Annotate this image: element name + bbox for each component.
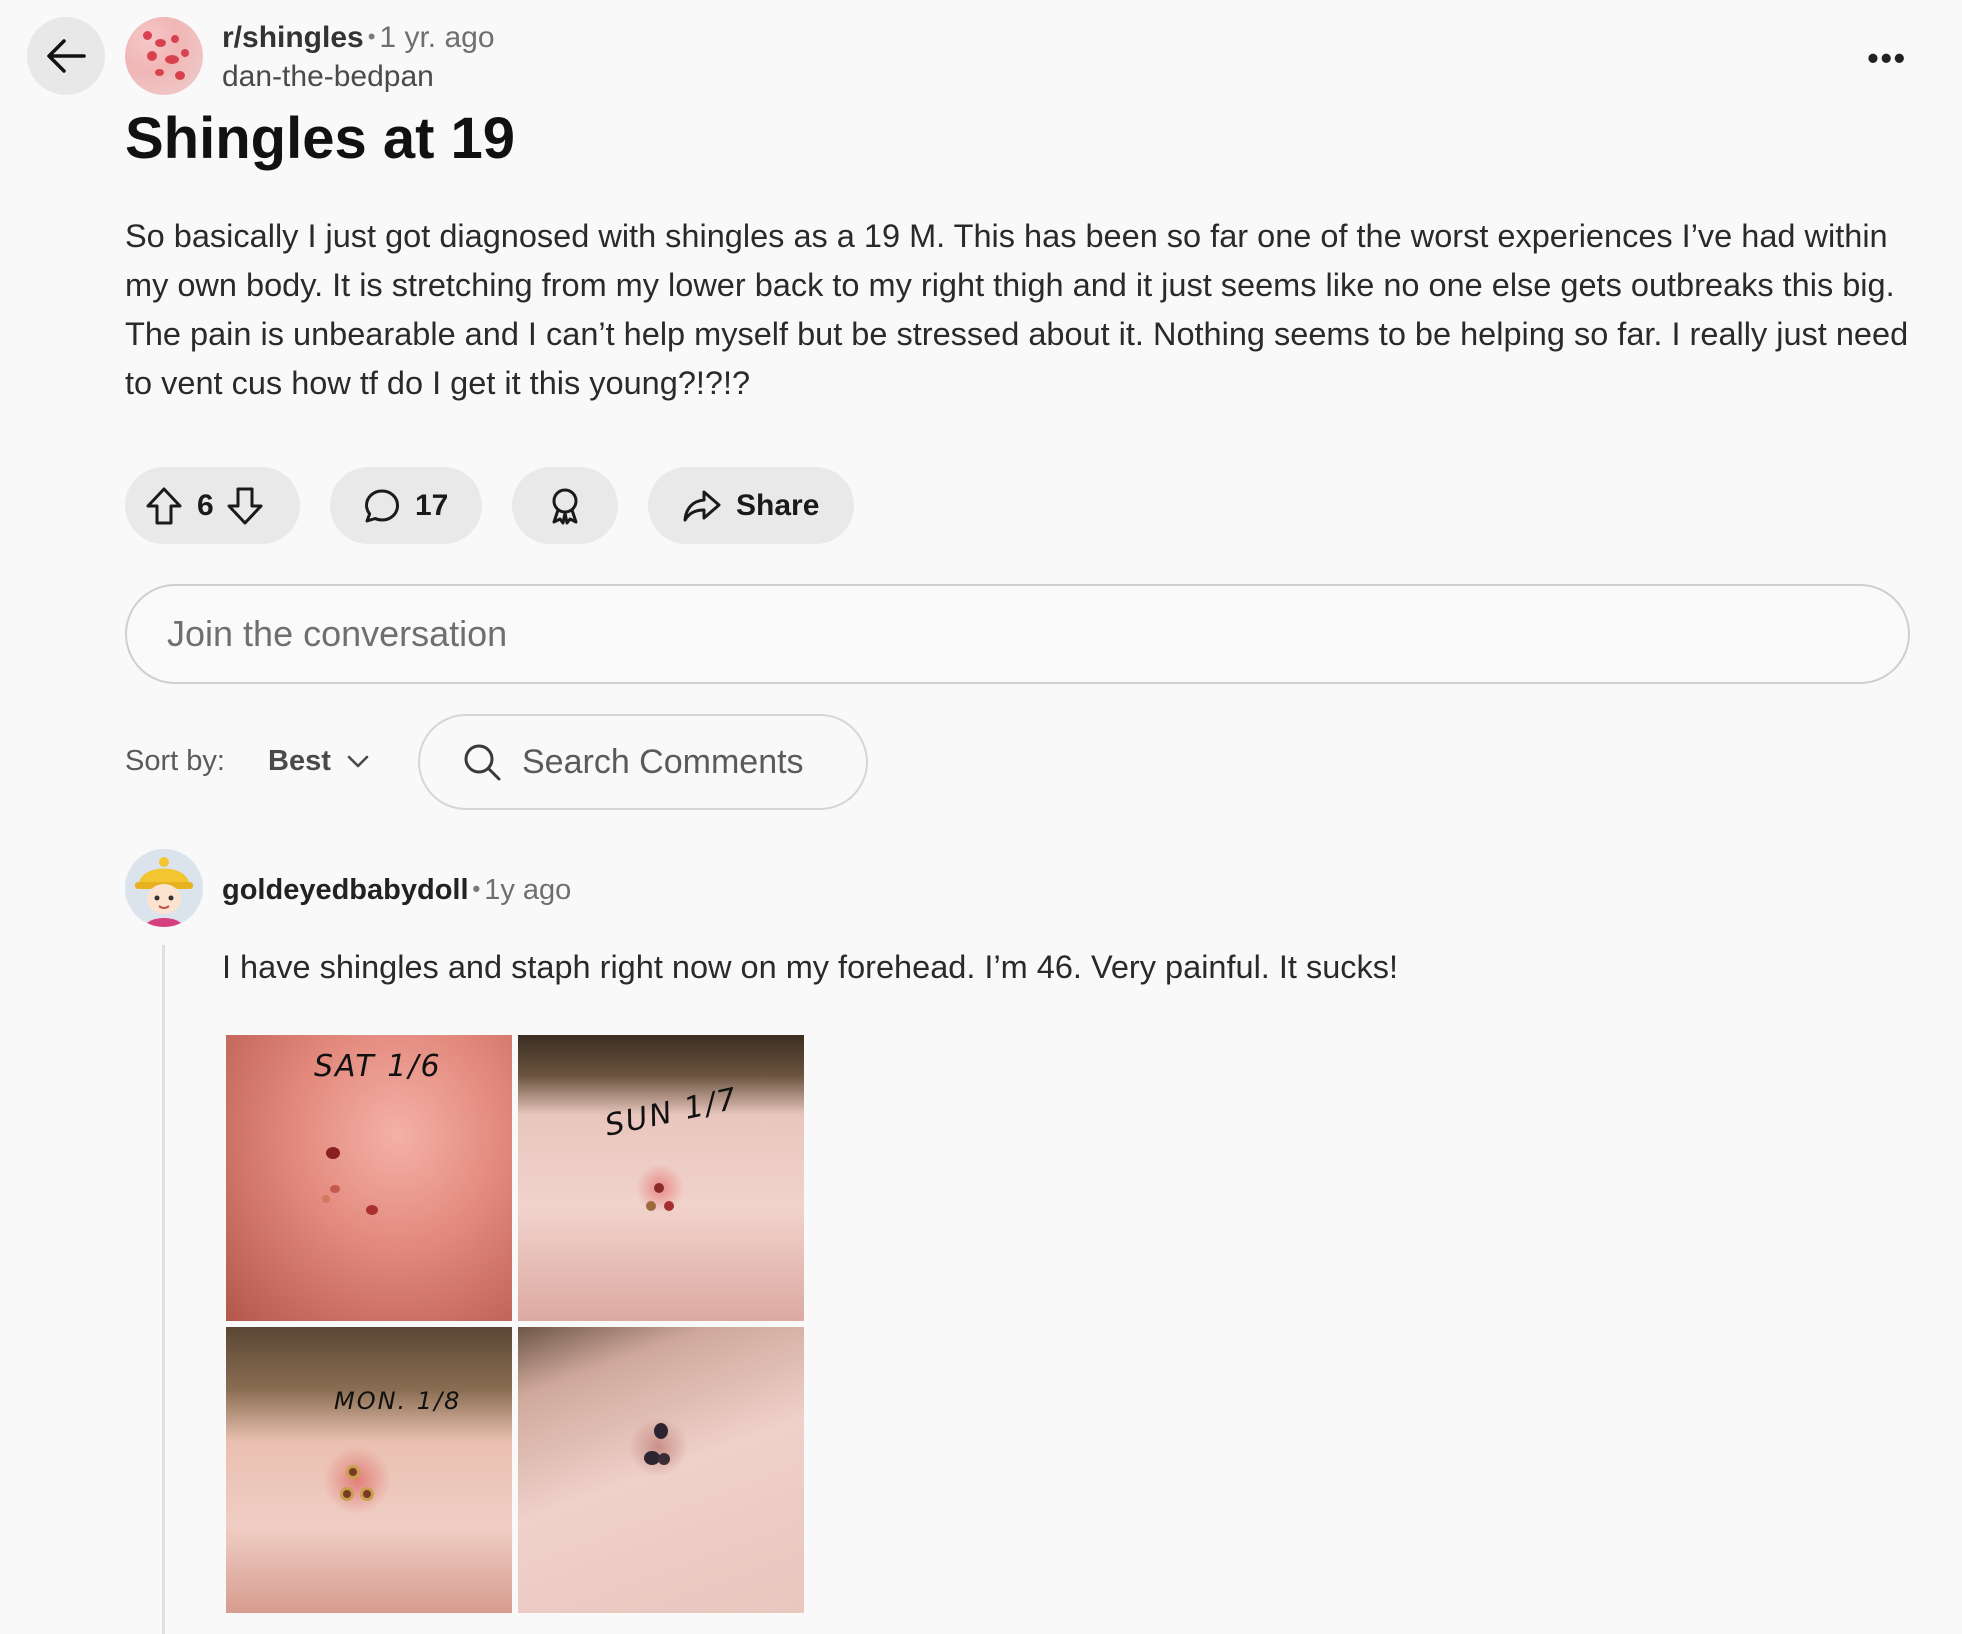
subreddit-link[interactable]: r/shingles <box>222 21 364 54</box>
share-label: Share <box>736 488 820 522</box>
comment-author[interactable]: goldeyedbabydoll <box>222 874 469 906</box>
photo-caption: MON. 1/8 <box>334 1387 462 1415</box>
post-action-bar: 6 17 Share <box>125 467 854 544</box>
back-button[interactable] <box>27 17 105 95</box>
photo-caption: SUN 1/7 <box>601 1081 742 1144</box>
post-author[interactable]: dan-the-bedpan <box>222 58 434 96</box>
search-icon <box>464 744 501 781</box>
comment-text: I have shingles and staph right now on m… <box>222 949 1399 985</box>
photo-sat: SAT 1/6 <box>226 1035 512 1321</box>
search-comments-input[interactable]: Search Comments <box>418 714 868 810</box>
search-placeholder: Search Comments <box>522 742 804 781</box>
meta-separator: • <box>367 24 376 49</box>
comments-button[interactable]: 17 <box>330 467 482 544</box>
post-body: So basically I just got diagnosed with s… <box>125 218 1909 401</box>
downvote-icon[interactable] <box>226 486 264 526</box>
post-age: 1 yr. ago <box>379 21 495 54</box>
share-button[interactable]: Share <box>648 467 854 544</box>
avatar[interactable] <box>125 849 203 927</box>
comment-image[interactable]: SAT 1/6 SUN 1/7 MON. 1/8 <box>226 1035 804 1613</box>
meta-separator: • <box>472 876 481 901</box>
post-meta: r/shingles • 1 yr. ago <box>222 18 495 57</box>
upvote-icon[interactable] <box>145 486 183 526</box>
join-conversation-input[interactable]: Join the conversation <box>125 584 1910 684</box>
photo-sun: SUN 1/7 <box>518 1035 804 1321</box>
post-title: Shingles at 19 <box>125 106 516 171</box>
comment-age: 1y ago <box>484 874 572 906</box>
sort-label: Sort by: <box>125 745 225 777</box>
subreddit-avatar[interactable] <box>125 17 203 95</box>
post-page: r/shingles • 1 yr. ago dan-the-bedpan ••• … <box>0 0 1962 1634</box>
award-icon <box>552 488 578 524</box>
award-button[interactable] <box>512 467 618 544</box>
vote-count: 6 <box>197 488 214 522</box>
photo-late <box>518 1327 804 1613</box>
sort-value: Best <box>268 745 331 777</box>
comment-icon <box>365 489 399 522</box>
vote-control: 6 <box>125 467 300 544</box>
comment-count: 17 <box>415 488 449 522</box>
thread-line[interactable] <box>162 945 165 1634</box>
more-options-icon[interactable]: ••• <box>1867 40 1907 77</box>
share-icon <box>683 490 721 521</box>
comment-header: goldeyedbabydoll • 1y ago <box>222 870 571 909</box>
photo-mon: MON. 1/8 <box>226 1327 512 1613</box>
back-arrow-icon <box>47 39 86 73</box>
sort-dropdown[interactable]: Best <box>268 745 369 778</box>
photo-caption: SAT 1/6 <box>314 1049 442 1084</box>
chevron-down-icon <box>347 755 369 767</box>
